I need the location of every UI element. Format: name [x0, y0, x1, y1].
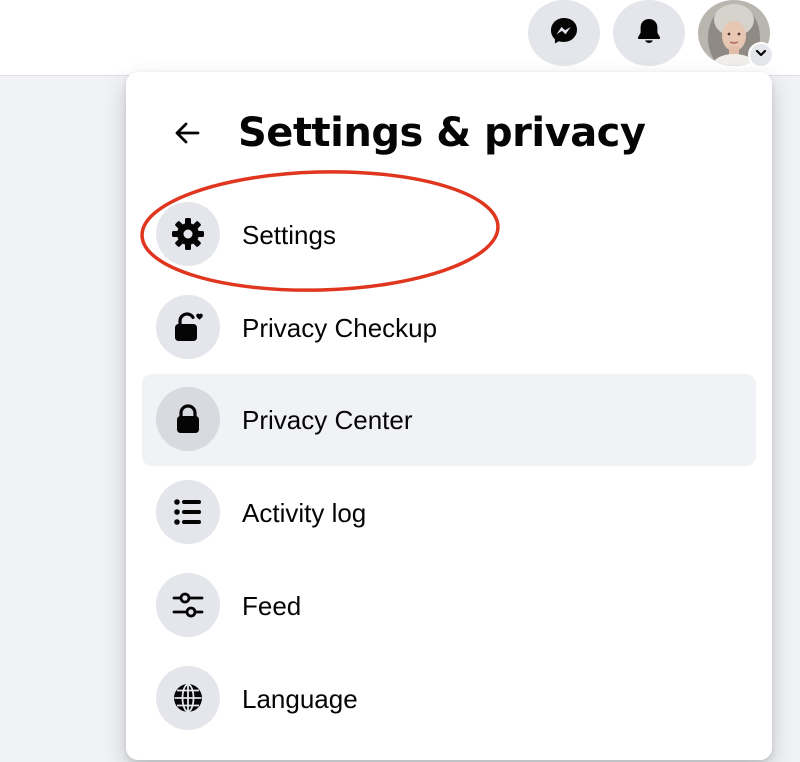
gear-icon — [156, 202, 220, 266]
list-icon — [156, 480, 220, 544]
menu-item-label: Privacy Checkup — [242, 313, 438, 343]
menu-item-privacy-checkup[interactable]: Privacy Checkup — [142, 282, 756, 374]
menu-item-feed[interactable]: Feed — [142, 560, 756, 652]
notifications-button[interactable] — [613, 0, 685, 66]
panel-header: Settings & privacy — [126, 96, 772, 168]
back-button[interactable] — [164, 112, 210, 158]
messenger-button[interactable] — [528, 0, 600, 66]
lock-heart-icon — [156, 295, 220, 359]
menu-item-label: Settings — [242, 220, 336, 250]
menu-item-activity-log[interactable]: Activity log — [142, 467, 756, 559]
arrow-left-icon — [171, 117, 203, 154]
settings-privacy-panel: Settings & privacy Settings Privacy Chec… — [126, 72, 772, 760]
chevron-down-icon — [754, 46, 768, 65]
menu-item-privacy-center[interactable]: Privacy Center — [142, 374, 756, 466]
sliders-icon — [156, 573, 220, 637]
messenger-icon — [548, 15, 580, 52]
menu-item-label: Language — [242, 684, 358, 714]
menu-item-language[interactable]: Language — [142, 653, 756, 745]
menu-item-label: Privacy Center — [242, 405, 413, 435]
menu-item-label: Feed — [242, 591, 302, 621]
panel-title: Settings & privacy — [238, 110, 646, 156]
account-menu-toggle[interactable] — [748, 42, 774, 68]
menu-item-settings[interactable]: Settings — [142, 189, 756, 281]
top-navigation-bar — [0, 0, 800, 76]
globe-icon — [156, 666, 220, 730]
bell-icon — [633, 15, 665, 52]
menu-item-label: Activity log — [242, 498, 367, 528]
lock-icon — [156, 387, 220, 451]
